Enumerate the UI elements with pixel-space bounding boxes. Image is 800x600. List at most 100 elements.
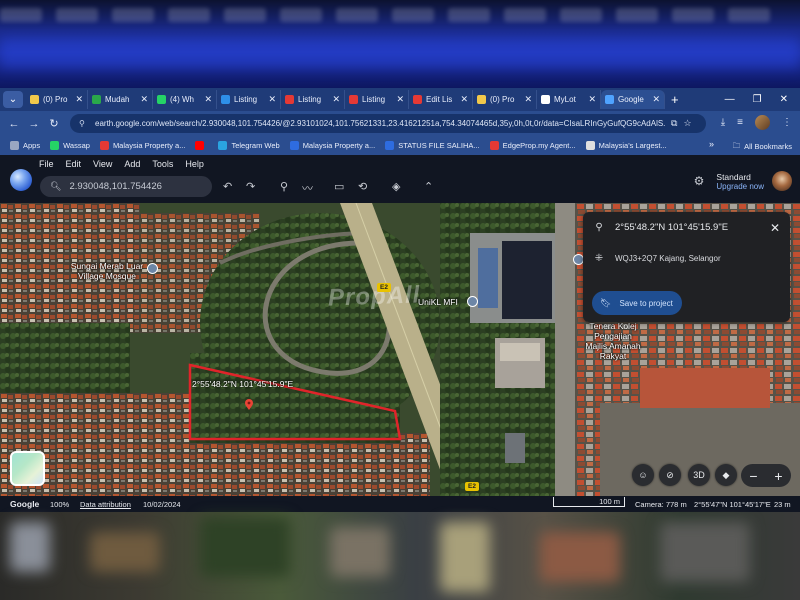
close-tab-icon[interactable]: ✕	[588, 94, 596, 105]
download-icon[interactable]: ⤓	[721, 117, 725, 128]
zoom-out-button[interactable]: −	[749, 468, 757, 484]
settings-gear-icon[interactable]: ⚙	[694, 174, 705, 188]
close-tab-icon[interactable]: ✕	[332, 94, 340, 105]
bookmark-favicon-icon	[385, 141, 395, 150]
search-icon: 🔍︎	[50, 181, 62, 191]
profile-avatar[interactable]	[755, 115, 770, 130]
tab-favicon-icon	[413, 95, 422, 104]
browser-tab[interactable]: (0) Pro ✕	[26, 90, 88, 109]
user-avatar[interactable]	[772, 171, 792, 191]
close-tab-icon[interactable]: ✕	[652, 94, 660, 105]
unikl-poi-icon[interactable]	[467, 296, 478, 307]
browser-tab[interactable]: Edit Lis ✕	[409, 90, 473, 109]
browser-menu-icon[interactable]: ⋮	[782, 117, 792, 128]
browser-tab[interactable]: Listing ✕	[345, 90, 409, 109]
save-to-project-button[interactable]: 🔖︎ Save to project	[592, 291, 682, 315]
google-earth-logo[interactable]	[10, 169, 32, 191]
all-bookmarks-button[interactable]: 🗀 All Bookmarks	[733, 140, 792, 153]
bookmark-item[interactable]: Telegram Web	[218, 141, 280, 150]
apps-shortcut[interactable]: Apps	[10, 141, 40, 150]
tab-title: Listing	[362, 95, 386, 104]
earth-status-bar: Google 100% Data attribution 10/02/2024 …	[0, 496, 800, 512]
menu-tools[interactable]: Tools	[152, 159, 173, 169]
bookmark-item[interactable]: STATUS FILE SALIHA...	[385, 141, 480, 150]
bookmark-item[interactable]	[195, 141, 208, 150]
tab-title: (0) Pro	[43, 95, 68, 104]
back-icon[interactable]: ←	[4, 118, 24, 130]
new-tab-button[interactable]: +	[671, 92, 679, 107]
close-tab-icon[interactable]: ✕	[75, 94, 83, 105]
zoom-in-button[interactable]: +	[774, 468, 782, 484]
browser-tab[interactable]: Mudah ✕	[88, 90, 153, 109]
bookmark-star-icon[interactable]: ☆	[683, 118, 691, 129]
site-info-icon[interactable]: ⚲	[79, 119, 89, 128]
menu-view[interactable]: View	[93, 159, 112, 169]
browser-tab[interactable]: (4) Wh ✕	[153, 90, 217, 109]
close-icon[interactable]: ✕	[770, 221, 780, 235]
browser-tab[interactable]: (0) Pro ✕	[473, 90, 537, 109]
pegman-icon[interactable]: ☺	[632, 464, 654, 486]
menu-help[interactable]: Help	[185, 159, 204, 169]
reading-list-icon[interactable]: ≡	[737, 117, 743, 128]
cursor-coordinates: 2°55'47"N 101°45'17"E	[694, 500, 771, 509]
tab-favicon-icon	[157, 95, 166, 104]
bookmark-label: Wassap	[63, 141, 90, 150]
tab-favicon-icon	[221, 95, 230, 104]
browser-tab[interactable]: Listing ✕	[217, 90, 281, 109]
data-attribution-link[interactable]: Data attribution	[80, 500, 131, 509]
browser-tab[interactable]: Listing ✕	[281, 90, 345, 109]
bookmark-favicon-icon	[218, 141, 228, 150]
bookmark-item[interactable]: Wassap	[50, 141, 90, 150]
mosque-poi-icon[interactable]	[147, 263, 158, 274]
close-tab-icon[interactable]: ✕	[396, 94, 404, 105]
address-bar[interactable]: ⚲ earth.google.com/web/search/2.930048,1…	[70, 114, 706, 133]
minimize-icon[interactable]: —	[725, 94, 735, 105]
more-bookmarks-icon[interactable]: »	[709, 139, 714, 149]
menu-file[interactable]: File	[39, 159, 54, 169]
browser-tab[interactable]: Google ✕	[601, 90, 665, 109]
compass-icon[interactable]: ◆	[715, 464, 737, 486]
historical-imagery-icon[interactable]: ⟲	[358, 180, 367, 193]
watermark: PropAll	[327, 281, 421, 312]
bookmark-item[interactable]: Malaysia Property a...	[99, 141, 186, 150]
bookmark-label: Malaysia Property a...	[112, 141, 186, 150]
browser-tab[interactable]: MyLot ✕	[537, 90, 601, 109]
tab-favicon-icon	[30, 95, 39, 104]
bookmark-label: Apps	[23, 141, 41, 150]
collapse-chevron-icon[interactable]: ⌃	[424, 180, 433, 193]
redo-icon[interactable]: ↷	[246, 180, 255, 193]
close-tab-icon[interactable]: ✕	[204, 94, 212, 105]
search-value: 2.930048,101.754426	[69, 181, 162, 192]
tab-search-chevron-icon[interactable]: ⌄	[3, 91, 23, 108]
close-tab-icon[interactable]: ✕	[524, 94, 532, 105]
tab-favicon-icon	[92, 95, 101, 104]
measure-icon[interactable]: ▭	[334, 180, 344, 193]
close-tab-icon[interactable]: ✕	[140, 94, 148, 105]
folder-icon: 🗀	[732, 141, 741, 150]
tab-favicon-icon	[541, 95, 550, 104]
close-window-icon[interactable]: ✕	[780, 94, 788, 105]
reload-icon[interactable]: ↻	[44, 117, 64, 130]
install-app-icon[interactable]: ⧉	[671, 118, 677, 129]
screenshot: ⌄ (0) Pro ✕ Mudah ✕ (4) Wh ✕ Listing ✕ Listing ✕ L…	[0, 0, 800, 600]
search-input[interactable]: 🔍︎ 2.930048,101.754426	[40, 176, 212, 197]
add-path-icon[interactable]: 〰	[302, 180, 313, 196]
bookmark-item[interactable]: Malaysia Property a...	[289, 141, 375, 150]
menu-add[interactable]: Add	[124, 159, 140, 169]
location-pin-icon[interactable]	[243, 399, 255, 411]
forward-icon[interactable]: →	[24, 118, 44, 130]
map-style-thumbnail[interactable]	[10, 451, 45, 486]
close-tab-icon[interactable]: ✕	[460, 94, 468, 105]
close-tab-icon[interactable]: ✕	[268, 94, 276, 105]
toggle-3d-button[interactable]: 3D	[688, 464, 710, 486]
upgrade-link[interactable]: Upgrade now	[716, 182, 764, 191]
compass-reset-icon[interactable]: ⊘	[659, 464, 681, 486]
undo-icon[interactable]: ↶	[223, 180, 232, 193]
menu-edit[interactable]: Edit	[66, 159, 82, 169]
layers-icon[interactable]: ◈	[392, 180, 400, 193]
add-placemark-icon[interactable]: ⚲	[280, 180, 288, 193]
bookmark-item[interactable]: EdgeProp.my Agent...	[489, 141, 576, 150]
bookmark-item[interactable]: Malaysia's Largest...	[585, 141, 667, 150]
restore-icon[interactable]: ❐	[753, 94, 762, 105]
tab-favicon-icon	[349, 95, 358, 104]
